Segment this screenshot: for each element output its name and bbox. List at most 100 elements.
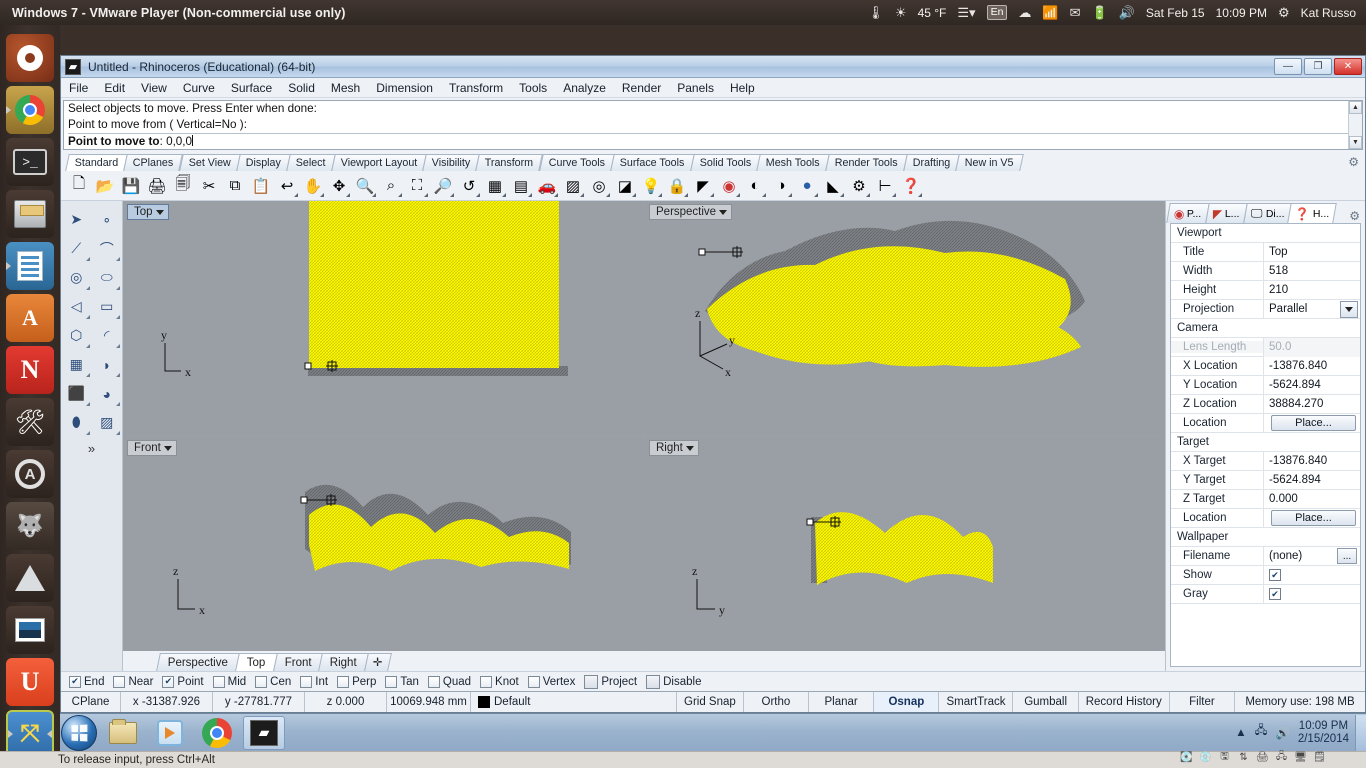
osnap-project[interactable]: Project bbox=[584, 674, 637, 689]
toolbar-tab-transform[interactable]: Transform bbox=[475, 154, 544, 171]
toolbar-options-gear-icon[interactable]: ⚙ bbox=[1348, 155, 1359, 169]
cylinder-icon[interactable]: ⬮ bbox=[61, 408, 92, 437]
cd-icon[interactable]: 💿 bbox=[1199, 751, 1212, 764]
viewport-top[interactable]: Top y x bbox=[123, 201, 643, 435]
launcher-item-software-updater[interactable]: A bbox=[6, 450, 54, 498]
viewport-right-canvas[interactable]: z y bbox=[645, 437, 1165, 649]
scroll-down-icon[interactable]: ▼ bbox=[1349, 136, 1362, 149]
property-value[interactable]: 210 bbox=[1263, 280, 1360, 300]
command-input-value[interactable]: 0,0,0 bbox=[166, 135, 192, 148]
chevron-down-icon[interactable] bbox=[163, 445, 172, 451]
menu-item-mesh[interactable]: Mesh bbox=[323, 79, 368, 97]
launcher-item-ubuntu-software[interactable]: A bbox=[6, 294, 54, 342]
checkbox[interactable] bbox=[646, 674, 661, 689]
toolbar-tab-mesh-tools[interactable]: Mesh Tools bbox=[756, 154, 830, 171]
toolbar-tab-surface-tools[interactable]: Surface Tools bbox=[610, 154, 695, 171]
add-viewport-tab-button[interactable]: ✛ bbox=[364, 653, 392, 671]
osnap-disable[interactable]: Disable bbox=[646, 674, 701, 689]
keyboard-layout-indicator[interactable]: En bbox=[986, 5, 1008, 20]
command-prompt-line[interactable]: Point to move to: 0,0,0 bbox=[68, 133, 1348, 149]
rendered-sphere-icon[interactable]: ● bbox=[795, 174, 819, 198]
toolbar-tab-cplanes[interactable]: CPlanes bbox=[123, 154, 184, 171]
property-value[interactable]: Parallel bbox=[1263, 299, 1360, 319]
minimize-button[interactable]: — bbox=[1274, 58, 1302, 75]
status-toggle-grid-snap[interactable]: Grid Snap bbox=[677, 692, 744, 712]
save-icon[interactable]: 💾 bbox=[119, 174, 143, 198]
status-toggle-filter[interactable]: Filter bbox=[1170, 692, 1236, 712]
ghosted-sphere-icon[interactable]: ◑ bbox=[769, 174, 793, 198]
menu-item-analyze[interactable]: Analyze bbox=[555, 79, 614, 97]
open-folder-icon[interactable]: 📂 bbox=[93, 174, 117, 198]
isocurve-icon[interactable]: ◣ bbox=[821, 174, 845, 198]
taskbar-item-rhinoceros[interactable]: ▰ bbox=[243, 715, 285, 750]
volume-icon[interactable]: 🔊 bbox=[1276, 726, 1290, 740]
checkbox[interactable] bbox=[212, 675, 225, 688]
status-cplane[interactable]: CPlane bbox=[61, 692, 121, 712]
property-value[interactable]: 50.0 bbox=[1263, 337, 1360, 357]
usb-icon[interactable]: 🖧 bbox=[1275, 751, 1288, 764]
status-toggle-ortho[interactable]: Ortho bbox=[744, 692, 810, 712]
close-button[interactable]: ✕ bbox=[1334, 58, 1362, 75]
checkbox[interactable] bbox=[427, 675, 440, 688]
render-icon[interactable]: ▤ bbox=[509, 174, 533, 198]
printer-icon[interactable]: 🖨 bbox=[1256, 751, 1269, 764]
rhino-title-bar[interactable]: ▰ Untitled - Rhinoceros (Educational) (6… bbox=[61, 56, 1365, 78]
maximize-button[interactable]: ❐ bbox=[1304, 58, 1332, 75]
osnap-end[interactable]: ✔ End bbox=[69, 675, 104, 688]
viewport-tab-perspective[interactable]: Perspective bbox=[156, 653, 241, 671]
surface-from-points-icon[interactable]: ▦ bbox=[61, 350, 92, 379]
viewport-front[interactable]: Front z x bbox=[123, 437, 643, 671]
osnap-int[interactable]: Int bbox=[300, 675, 328, 688]
mesh-plane-icon[interactable]: ▨ bbox=[92, 408, 123, 437]
browse-button[interactable]: ... bbox=[1337, 548, 1357, 564]
dimension-icon[interactable]: ⊢ bbox=[873, 174, 897, 198]
status-toggle-osnap[interactable]: Osnap bbox=[874, 692, 940, 712]
properties-tab-display[interactable]: 🖵 Di... bbox=[1242, 203, 1292, 223]
toolbar-tab-viewport-layout[interactable]: Viewport Layout bbox=[330, 154, 427, 171]
viewport-perspective[interactable]: Perspective z y x bbox=[645, 201, 1165, 435]
viewport-right[interactable]: Right z y bbox=[645, 437, 1165, 671]
start-button[interactable] bbox=[61, 714, 97, 751]
osnap-near[interactable]: Near bbox=[113, 675, 153, 688]
polyline-icon[interactable]: ⟋ bbox=[61, 234, 92, 263]
launcher-item-ubuntu-one[interactable]: U bbox=[6, 658, 54, 706]
place-button[interactable]: Place... bbox=[1271, 414, 1356, 431]
show-hidden-icons-icon[interactable]: ▲ bbox=[1235, 727, 1246, 739]
volume-icon[interactable]: 🔊 bbox=[1119, 6, 1135, 19]
property-value[interactable]: ✔ bbox=[1263, 565, 1360, 585]
checkbox[interactable] bbox=[584, 674, 599, 689]
viewport-label-top[interactable]: Top bbox=[127, 204, 169, 220]
cut-icon[interactable]: ✂ bbox=[197, 174, 221, 198]
checkbox[interactable] bbox=[385, 675, 398, 688]
menu-item-edit[interactable]: Edit bbox=[96, 79, 133, 97]
property-value[interactable]: -13876.840 bbox=[1263, 451, 1360, 471]
toolbar-tab-display[interactable]: Display bbox=[235, 154, 291, 171]
chevron-down-icon[interactable] bbox=[685, 445, 694, 451]
ellipse-icon[interactable]: ⬭ bbox=[92, 263, 123, 292]
rectangle-icon[interactable]: ▭ bbox=[92, 292, 123, 321]
property-value[interactable]: 0.000 bbox=[1263, 489, 1360, 509]
new-file-icon[interactable]: 🗋 bbox=[67, 174, 91, 198]
properties-tab-properties[interactable]: ◉ P... bbox=[1166, 203, 1210, 223]
status-toggle-planar[interactable]: Planar bbox=[809, 692, 875, 712]
shaded-sphere-icon[interactable]: ◐ bbox=[743, 174, 767, 198]
battery-icon[interactable]: 🔋 bbox=[1092, 6, 1108, 19]
status-toggle-gumball[interactable]: Gumball bbox=[1013, 692, 1079, 712]
point-icon[interactable]: ∘ bbox=[92, 205, 123, 234]
viewport-tab-right[interactable]: Right bbox=[318, 653, 370, 671]
checkbox[interactable]: ✔ bbox=[1269, 588, 1281, 600]
property-value[interactable]: Top bbox=[1263, 242, 1360, 262]
toolbar-tab-set-view[interactable]: Set View bbox=[178, 154, 241, 171]
checkbox[interactable]: ✔ bbox=[69, 675, 81, 688]
osnap-perp[interactable]: Perp bbox=[337, 675, 376, 688]
arc-icon[interactable]: ◜ bbox=[92, 321, 123, 350]
display-icon[interactable]: 🖥 bbox=[1294, 751, 1307, 764]
osnap-cen[interactable]: Cen bbox=[255, 675, 291, 688]
checkbox[interactable]: ✔ bbox=[162, 675, 175, 688]
toolbar-tab-curve-tools[interactable]: Curve Tools bbox=[538, 154, 615, 171]
properties-tab-layers[interactable]: ◤ L... bbox=[1205, 203, 1248, 223]
menu-item-render[interactable]: Render bbox=[614, 79, 669, 97]
status-layer[interactable]: Default bbox=[494, 696, 530, 708]
layout-icon[interactable]: ◪ bbox=[613, 174, 637, 198]
curve-icon[interactable]: ⌒ bbox=[92, 234, 123, 263]
